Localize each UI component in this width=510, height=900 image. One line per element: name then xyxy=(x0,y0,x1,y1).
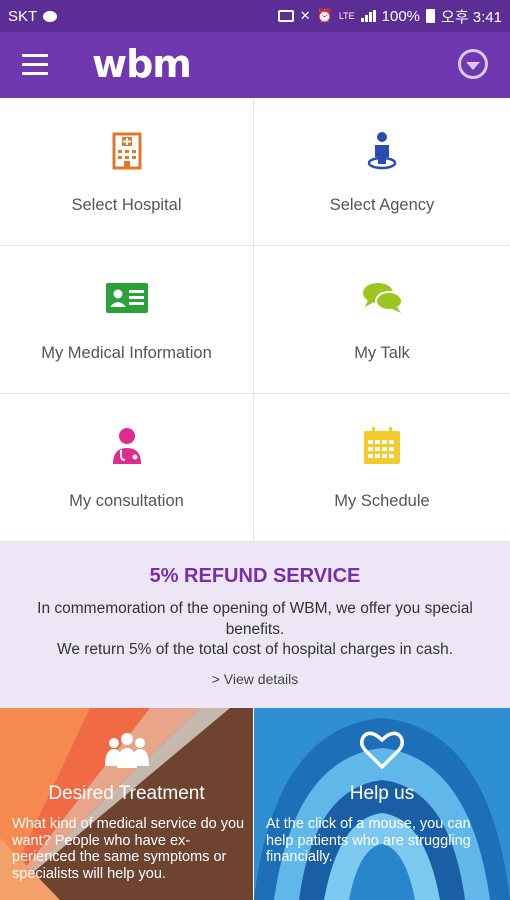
hospital-building-icon xyxy=(112,132,141,170)
my-medical-information-label: My Medical Information xyxy=(41,344,212,362)
select-hospital-label: Select Hospital xyxy=(71,196,182,214)
id-card-icon xyxy=(105,283,148,313)
chat-bubbles-icon xyxy=(363,283,403,313)
chevron-circle-down-icon[interactable] xyxy=(458,49,488,79)
network-type-label: LTE xyxy=(338,11,355,21)
message-notification-icon xyxy=(43,10,58,22)
view-details-link[interactable]: > View details xyxy=(0,671,510,687)
people-group-icon xyxy=(104,733,149,768)
heart-outline-icon xyxy=(360,731,404,769)
promo-title: 5% REFUND SERVICE xyxy=(149,565,361,587)
desired-treatment-title: Desired Treatment xyxy=(48,783,205,804)
my-consultation-button[interactable]: My consultation xyxy=(0,394,254,542)
status-bar: SKT ✕ ⏰ LTE 100% 오후 3:41 xyxy=(0,0,510,32)
my-talk-button[interactable]: My Talk xyxy=(254,246,510,394)
help-us-text: At the click of a mouse, you can help pa… xyxy=(266,816,471,865)
person-location-icon xyxy=(367,132,397,170)
doctor-icon xyxy=(112,428,141,464)
refund-service-banner: 5% REFUND SERVICE In commemoration of th… xyxy=(0,542,510,708)
promo-description: In commemoration of the opening of WBM, … xyxy=(20,599,490,661)
desired-treatment-text: What kind of medical service do you want… xyxy=(12,816,245,882)
carrier-label: SKT xyxy=(8,7,38,25)
my-medical-information-button[interactable]: My Medical Information xyxy=(0,246,254,394)
select-agency-label: Select Agency xyxy=(329,196,435,214)
app-bar: wbm xyxy=(0,32,510,98)
app-logo: wbm xyxy=(92,42,192,86)
hamburger-menu-icon[interactable] xyxy=(22,54,48,76)
promo-line-2: We return 5% of the total cost of hospit… xyxy=(56,641,454,658)
my-schedule-button[interactable]: My Schedule xyxy=(254,394,510,542)
desired-treatment-panel[interactable]: Desired Treatment What kind of medical s… xyxy=(0,708,253,900)
my-consultation-label: My consultation xyxy=(69,492,184,510)
select-agency-button[interactable]: Select Agency xyxy=(254,98,510,246)
screen-cast-icon xyxy=(277,10,294,22)
mute-icon: ✕ xyxy=(299,8,311,23)
my-schedule-label: My Schedule xyxy=(334,492,430,510)
help-us-panel[interactable]: Help us At the click of a mouse, you can… xyxy=(254,708,510,900)
alarm-icon: ⏰ xyxy=(316,8,333,23)
my-talk-label: My Talk xyxy=(354,344,410,362)
battery-icon xyxy=(426,9,436,23)
calendar-icon xyxy=(364,427,400,464)
promo-line-1: In commemoration of the opening of WBM, … xyxy=(37,600,473,638)
signal-strength-icon xyxy=(360,10,376,22)
battery-percent: 100% xyxy=(381,7,421,25)
clock: 오후 3:41 xyxy=(441,8,502,26)
menu-grid: Select Hospital Select Agency My Medical… xyxy=(0,98,510,542)
help-us-title: Help us xyxy=(349,783,415,804)
select-hospital-button[interactable]: Select Hospital xyxy=(0,98,254,246)
